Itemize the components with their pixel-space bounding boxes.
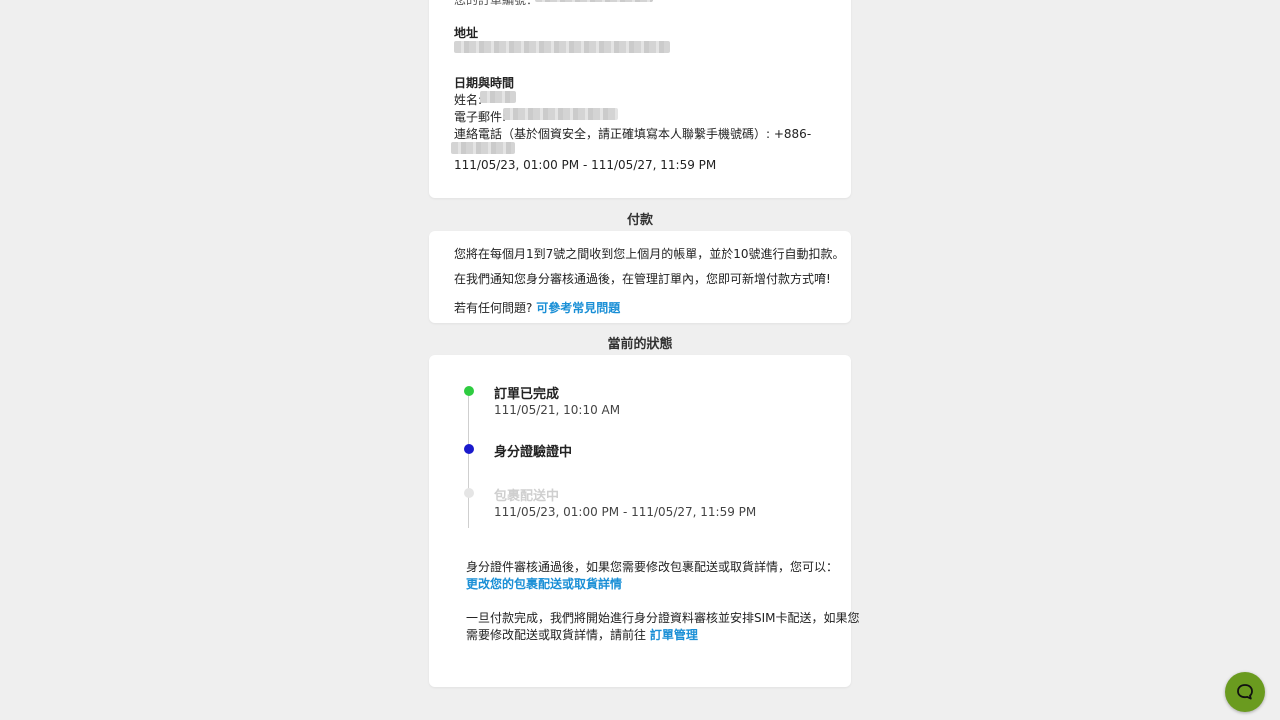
order-number-label: 您的訂單編號： bbox=[454, 0, 539, 7]
chat-bubble-icon bbox=[1237, 684, 1253, 700]
email-label: 電子郵件: bbox=[454, 110, 507, 124]
note-1-text: 身分證件審核通過後，如果您需要修改包裹配送或取貨詳情，您可以： bbox=[466, 560, 839, 574]
timeline-title-shipping: 包裹配送中 bbox=[494, 489, 560, 504]
faq-link[interactable]: 可參考常見問題 bbox=[536, 301, 620, 315]
order-management-link[interactable]: 訂單管理 bbox=[650, 628, 698, 642]
name-label: 姓名: bbox=[454, 93, 483, 107]
timeline-dot-verifying bbox=[464, 444, 474, 454]
datetime-label: 日期與時間 bbox=[454, 76, 515, 90]
payment-section-title: 付款 bbox=[626, 213, 653, 228]
timeline-subtitle-completed: 111/05/21, 10:10 AM bbox=[494, 403, 621, 417]
order-number-redacted bbox=[535, 0, 653, 2]
phone-label: 連絡電話（基於個資安全，請正確填寫本人聯繫手機號碼）: +886- bbox=[454, 127, 812, 141]
timeline-title-completed: 訂單已完成 bbox=[494, 387, 560, 402]
timeline-title-verifying: 身分證驗證中 bbox=[494, 445, 573, 460]
note-2-prefix: 需要修改配送或取貨詳情，請前往 bbox=[466, 628, 647, 642]
chat-button[interactable] bbox=[1225, 672, 1265, 712]
address-label: 地址 bbox=[454, 26, 479, 40]
page: 您的訂單編號： 地址 日期與時間 姓名: 電子郵件: 連絡電話（基於個資安全，請… bbox=[0, 0, 1280, 720]
timeline-subtitle-shipping: 111/05/23, 01:00 PM - 111/05/27, 11:59 P… bbox=[494, 505, 757, 519]
name-redacted bbox=[480, 91, 516, 103]
note-2-line-2: 需要修改配送或取貨詳情，請前往 訂單管理 bbox=[466, 626, 698, 643]
phone-redacted bbox=[451, 142, 515, 154]
change-delivery-link[interactable]: 更改您的包裹配送或取貨詳情 bbox=[466, 575, 622, 592]
faq-prefix: 若有任何問題? bbox=[454, 301, 533, 315]
note-2-line-1: 一旦付款完成，我們將開始進行身分證資料審核並安排SIM卡配送，如果您 bbox=[466, 611, 860, 625]
faq-line: 若有任何問題? 可參考常見問題 bbox=[454, 299, 620, 316]
timeline-dot-shipping bbox=[464, 488, 474, 498]
status-section-title: 當前的狀態 bbox=[607, 337, 673, 352]
date-range: 111/05/23, 01:00 PM - 111/05/27, 11:59 P… bbox=[454, 158, 717, 172]
payment-line-2: 在我們通知您身分審核通過後，在管理訂單內，您即可新增付款方式唷! bbox=[454, 272, 831, 286]
address-redacted bbox=[454, 41, 670, 53]
timeline-line bbox=[468, 392, 469, 528]
email-redacted bbox=[503, 108, 618, 120]
timeline-dot-completed bbox=[464, 386, 474, 396]
payment-line-1: 您將在每個月1到7號之間收到您上個月的帳單，並於10號進行自動扣款。 bbox=[454, 247, 845, 261]
